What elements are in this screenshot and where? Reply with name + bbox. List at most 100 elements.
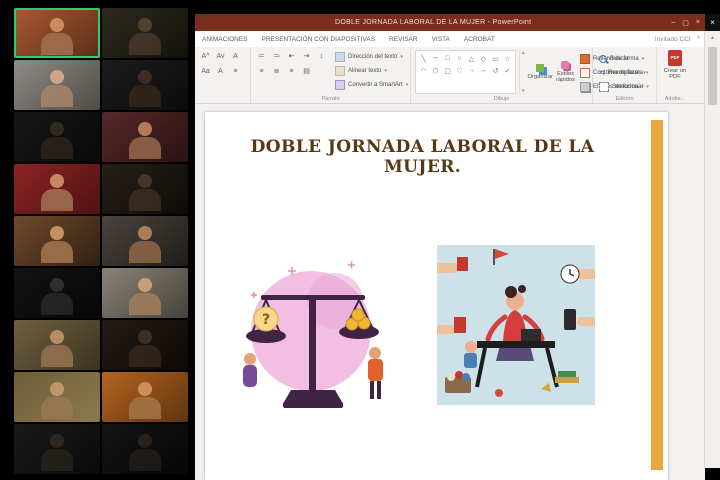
font-icon[interactable]: A xyxy=(214,65,227,77)
participant-video[interactable] xyxy=(14,112,100,162)
find-button[interactable]: Buscar xyxy=(597,52,653,65)
shape-gallery-item[interactable]: ☆ xyxy=(502,53,513,64)
shape-gallery-item[interactable]: ○ xyxy=(454,53,465,64)
participant-video[interactable] xyxy=(14,372,100,422)
participant-video[interactable] xyxy=(102,372,188,422)
shapes-row1: ╲─□○△◇▭☆ xyxy=(418,53,513,64)
shape-gallery-item[interactable]: ◠ xyxy=(418,65,429,76)
paragraph-icon[interactable]: ↕ xyxy=(315,50,328,62)
create-pdf-button[interactable]: PDF Crear un PDF xyxy=(661,50,689,81)
paragraph-icon[interactable]: ⇤ xyxy=(285,50,298,62)
shape-gallery-item[interactable]: ◇ xyxy=(478,53,489,64)
ribbon-tab[interactable]: ACROBAT xyxy=(457,36,502,43)
participant-video[interactable] xyxy=(102,112,188,162)
slide[interactable]: DOBLE JORNADA LABORAL DE LA MUJER. xyxy=(205,112,668,480)
paragraph-icon[interactable]: ▤ xyxy=(300,65,313,77)
shape-outline-icon xyxy=(580,68,590,78)
convert-smartart-button[interactable]: Convertir a SmartArt ▾ xyxy=(333,78,410,91)
slide-title[interactable]: DOBLE JORNADA LABORAL DE LA MUJER. xyxy=(225,138,620,177)
font-icon[interactable]: A^ xyxy=(199,50,212,62)
slide-image-balance-scale[interactable]: ? xyxy=(233,243,392,414)
participant-video[interactable] xyxy=(102,164,188,214)
participant-video[interactable] xyxy=(102,268,188,318)
shape-gallery-item[interactable]: ⬡ xyxy=(430,65,441,76)
shape-gallery-item[interactable]: ↔ xyxy=(478,65,489,76)
shape-gallery-item[interactable]: ↺ xyxy=(490,65,501,76)
paragraph-icon[interactable]: ≣ xyxy=(270,65,283,77)
scrollbar-thumb[interactable] xyxy=(708,47,717,105)
participant-video[interactable] xyxy=(102,424,188,474)
powerpoint-titlebar: DOBLE JORNADA LABORAL DE LA MUJER - Powe… xyxy=(195,14,705,31)
participant-video[interactable] xyxy=(14,268,100,318)
paragraph-icon[interactable]: ≕ xyxy=(270,50,283,62)
shape-gallery-item[interactable]: → xyxy=(466,65,477,76)
chevron-down-icon: ▾ xyxy=(643,70,646,76)
scrollbar-up-icon[interactable]: ▴ xyxy=(705,34,720,41)
paragraph-icon[interactable]: ≡ xyxy=(285,65,298,77)
select-icon xyxy=(599,82,609,92)
ribbon-group-paragraph: ≔≕⇤⇥↕ ≡≣≡▤ Dirección del texto ▾ Alinear… xyxy=(251,47,411,103)
participant-video[interactable] xyxy=(14,60,100,110)
vertical-scrollbar[interactable]: ▴ xyxy=(704,31,720,468)
ribbon-tabs-list: ANIMACIONESPRESENTACIÓN CON DIAPOSITIVAS… xyxy=(195,36,502,43)
text-direction-button[interactable]: Dirección del texto ▾ xyxy=(333,50,410,63)
group-label-drawing: Dibujo xyxy=(411,96,592,102)
shape-gallery-item[interactable]: ─ xyxy=(430,53,441,64)
ribbon-tab[interactable]: VISTA xyxy=(425,36,457,43)
window-controls: –▢ × xyxy=(671,19,705,27)
window-control-button[interactable]: ▢ xyxy=(682,19,689,27)
participant-video[interactable] xyxy=(14,424,100,474)
shape-gallery-item[interactable]: △ xyxy=(466,53,477,64)
group-label-paragraph: Párrafo xyxy=(251,96,410,102)
window-control-button[interactable]: × xyxy=(696,19,700,27)
shape-gallery-item[interactable]: □ xyxy=(442,53,453,64)
person-silhouette xyxy=(138,434,152,448)
conference-sidebar xyxy=(0,0,195,480)
person-silhouette xyxy=(138,122,152,136)
participant-video[interactable] xyxy=(14,320,100,370)
account-label[interactable]: Invitado CCI xyxy=(655,36,691,43)
align-text-button[interactable]: Alinear texto ▾ xyxy=(333,64,410,77)
person-silhouette xyxy=(50,70,64,84)
close-icon[interactable]: × xyxy=(705,14,720,31)
quick-styles-button[interactable]: Estilos rápidos xyxy=(556,50,575,94)
participant-video[interactable] xyxy=(14,8,100,58)
ribbon-tab[interactable]: ANIMACIONES xyxy=(195,36,255,43)
participant-video[interactable] xyxy=(102,60,188,110)
select-button[interactable]: Seleccionar ▾ xyxy=(597,80,653,93)
ribbon-tab[interactable]: REVISAR xyxy=(382,36,425,43)
scroll-up-icon[interactable]: ▴ xyxy=(522,50,525,56)
replace-button[interactable]: ⇆ Reemplazar ▾ xyxy=(597,66,653,79)
ribbon-tab[interactable]: PRESENTACIÓN CON DIAPOSITIVAS xyxy=(255,36,383,43)
ribbon-group-editing: Buscar ⇆ Reemplazar ▾ Seleccionar ▾ Edic… xyxy=(593,47,657,103)
paragraph-icon[interactable]: ≔ xyxy=(255,50,268,62)
participant-video[interactable] xyxy=(102,320,188,370)
shape-gallery-item[interactable]: ▢ xyxy=(442,65,453,76)
person-silhouette xyxy=(138,70,152,84)
participant-video[interactable] xyxy=(14,164,100,214)
slide-image-multitasking-woman[interactable] xyxy=(437,245,595,405)
window-control-button[interactable]: – xyxy=(671,19,675,27)
person-silhouette xyxy=(50,226,64,240)
shape-gallery-item[interactable]: ╲ xyxy=(418,53,429,64)
participant-video[interactable] xyxy=(102,8,188,58)
font-icon[interactable]: A xyxy=(229,50,242,62)
font-icon[interactable]: Aa xyxy=(199,65,212,77)
person-silhouette xyxy=(138,382,152,396)
paragraph-icon[interactable]: ≡ xyxy=(255,65,268,77)
person-silhouette xyxy=(50,330,64,344)
shapes-gallery-scroll[interactable]: ▴ ▾ xyxy=(519,50,525,94)
font-icon[interactable]: Av xyxy=(214,50,227,62)
person-silhouette xyxy=(50,434,64,448)
shape-gallery-item[interactable]: ✓ xyxy=(502,65,513,76)
collapse-ribbon-icon[interactable]: ^ xyxy=(697,36,700,43)
scroll-down-icon[interactable]: ▾ xyxy=(522,88,525,94)
shape-gallery-item[interactable]: ♡ xyxy=(454,65,465,76)
person-silhouette xyxy=(138,278,152,292)
participant-video[interactable] xyxy=(14,216,100,266)
shape-gallery-item[interactable]: ▭ xyxy=(490,53,501,64)
font-icon[interactable]: ≡ xyxy=(229,65,242,77)
arrange-button[interactable]: Organizar xyxy=(528,50,553,94)
paragraph-icon[interactable]: ⇥ xyxy=(300,50,313,62)
participant-video[interactable] xyxy=(102,216,188,266)
